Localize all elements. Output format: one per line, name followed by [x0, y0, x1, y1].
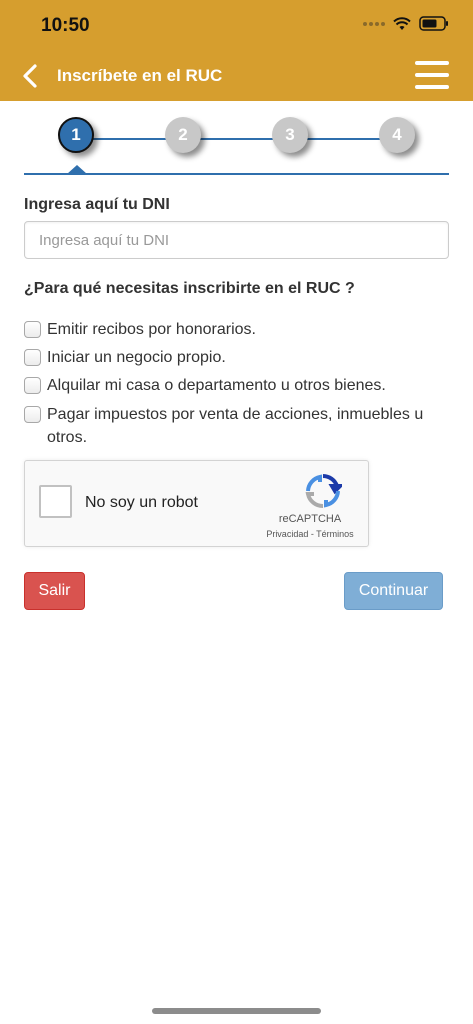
app-screen: 10:50 Inscríbete en el RUC 1 2 3 4 Ingre…: [0, 0, 473, 1024]
recaptcha-widget: No soy un robot reCAPTCHA Privacidad - T…: [24, 460, 369, 547]
option-alquiler[interactable]: Alquilar mi casa o departamento u otros …: [24, 374, 449, 397]
home-indicator[interactable]: [152, 1008, 321, 1014]
recaptcha-checkbox[interactable]: [39, 485, 72, 518]
checkbox[interactable]: [24, 377, 41, 394]
option-label: Iniciar un negocio propio.: [47, 349, 226, 366]
page-title: Inscríbete en el RUC: [57, 66, 223, 85]
checkbox[interactable]: [24, 321, 41, 338]
dni-input[interactable]: [24, 221, 449, 259]
signal-icon: [363, 21, 385, 26]
step-3: 3: [272, 117, 308, 153]
step-1: 1: [58, 117, 94, 153]
checkbox[interactable]: [24, 406, 41, 423]
continue-button[interactable]: Continuar: [344, 572, 443, 610]
exit-button[interactable]: Salir: [24, 572, 85, 610]
option-label: Emitir recibos por honorarios.: [47, 321, 256, 338]
recaptcha-logo-icon: [305, 474, 342, 509]
hamburger-icon: [415, 61, 449, 65]
chevron-left-icon: [23, 64, 37, 88]
status-icons: [363, 16, 449, 31]
progress-stepper: 1 2 3 4: [24, 101, 449, 175]
step-4: 4: [379, 117, 415, 153]
recaptcha-brand: reCAPTCHA: [278, 513, 342, 525]
option-label: Alquilar mi casa o departamento u otros …: [47, 377, 386, 394]
option-honorarios[interactable]: Emitir recibos por honorarios.: [24, 318, 449, 341]
stepper-line: [76, 138, 398, 140]
purpose-question: ¿Para qué necesitas inscribirte en el RU…: [24, 280, 355, 297]
status-time: 10:50: [41, 15, 90, 36]
back-button[interactable]: [20, 63, 42, 89]
step-2: 2: [165, 117, 201, 153]
option-negocio[interactable]: Iniciar un negocio propio.: [24, 346, 449, 369]
recaptcha-label: No soy un robot: [85, 494, 198, 511]
dni-label: Ingresa aquí tu DNI: [24, 196, 170, 213]
option-label: Pagar impuestos por venta de acciones, i…: [47, 406, 424, 446]
checkbox[interactable]: [24, 349, 41, 366]
recaptcha-links[interactable]: Privacidad - Términos: [255, 529, 365, 539]
stepper-divider: [24, 173, 449, 175]
option-impuestos[interactable]: Pagar impuestos por venta de acciones, i…: [24, 403, 449, 449]
app-header: 10:50 Inscríbete en el RUC: [0, 0, 473, 101]
wifi-icon: [393, 16, 411, 30]
battery-icon: [419, 16, 448, 31]
menu-button[interactable]: [415, 61, 449, 89]
nav-bar: Inscríbete en el RUC: [0, 55, 473, 97]
